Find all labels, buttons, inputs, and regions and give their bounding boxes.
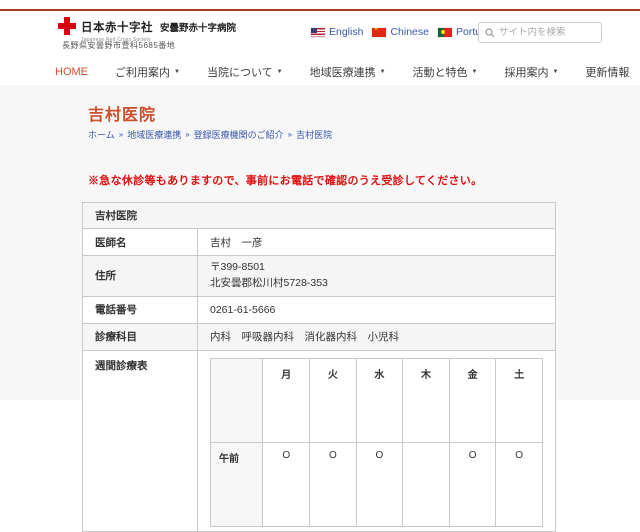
nav-updates[interactable]: 更新情報 [585,64,629,80]
clinic-name: 吉村医院 [83,203,556,229]
nav-guide[interactable]: ご利用案内 ▼ [115,64,180,80]
clinic-info-table: 吉村医院 医師名 吉村 一彦 住所 〒399-8501 北安曇郡松川村5728-… [82,202,556,532]
schedule-am-row: 午前 O O O O O [211,442,543,526]
doctor-label: 医師名 [83,229,198,256]
day-wed: 水 [356,358,403,442]
doctor-value: 吉村 一彦 [198,229,556,256]
china-flag-icon [372,28,386,37]
hospital-name: 安曇野赤十字病院 [160,23,236,34]
us-flag-icon [311,28,325,37]
nav-regional-care-label: 地域医療連携 [310,64,376,80]
schedule-header-row: 月 火 水 木 金 土 [211,358,543,442]
day-thu: 木 [403,358,450,442]
nav-regional-care[interactable]: 地域医療連携 ▼ [310,64,386,80]
chevron-down-icon: ▼ [552,69,558,75]
weekly-schedule-table: 月 火 水 木 金 土 午前 O O O O O [210,358,543,527]
departments-label: 診療科目 [83,323,198,350]
table-row: 医師名 吉村 一彦 [83,229,556,256]
am-mon: O [263,442,310,526]
phone-label: 電話番号 [83,296,198,323]
site-search [478,22,602,43]
table-row: 吉村医院 [83,203,556,229]
street-address: 北安曇郡松川村5728-353 [210,276,543,292]
address-value: 〒399-8501 北安曇郡松川村5728-353 [198,256,556,297]
portugal-flag-icon [438,28,452,37]
am-wed: O [356,442,403,526]
nav-home-label: HOME [55,66,88,78]
am-tue: O [310,442,357,526]
main-navigation: HOME ご利用案内 ▼ 当院について ▼ 地域医療連携 ▼ 活動と特色 ▼ 採… [55,60,629,84]
red-cross-logo-icon[interactable] [57,16,77,36]
phone-value: 0261-61-5666 [198,296,556,323]
chevron-down-icon: ▼ [380,69,386,75]
nav-features-label: 活動と特色 [413,64,468,80]
breadcrumb-current-page[interactable]: 吉村医院 [296,128,332,141]
breadcrumb-registered-institutions[interactable]: 登録医療機関のご紹介 [194,128,284,141]
am-label: 午前 [211,442,263,526]
search-icon [485,28,495,38]
day-tue: 火 [310,358,357,442]
am-sat: O [496,442,543,526]
table-row: 週間診療表 月 火 水 木 金 土 午前 O O [83,350,556,531]
nav-features[interactable]: 活動と特色 ▼ [413,64,478,80]
schedule-value: 月 火 水 木 金 土 午前 O O O O O [198,350,556,531]
address-label: 住所 [83,256,198,297]
hospital-address: 長野県安曇野市豊科5685番地 [62,40,175,51]
search-input[interactable] [499,27,595,38]
breadcrumb: ホーム » 地域医療連携 » 登録医療機関のご紹介 » 吉村医院 [88,128,332,141]
closure-warning-text: ※急な休診等もありますので、事前にお電話で確認のうえ受診してください。 [88,172,482,188]
main-content: 吉村医院 ホーム » 地域医療連携 » 登録医療機関のご紹介 » 吉村医院 ※急… [0,85,640,400]
postal-code: 〒399-8501 [210,260,543,276]
breadcrumb-separator: » [185,130,189,139]
nav-recruit-label: 採用案内 [504,64,548,80]
nav-home[interactable]: HOME [55,66,88,78]
table-row: 住所 〒399-8501 北安曇郡松川村5728-353 [83,256,556,297]
top-accent-line [0,9,640,11]
schedule-corner-cell [211,358,263,442]
page-title: 吉村医院 [88,101,156,125]
lang-chinese-link[interactable]: Chinese [372,26,429,38]
lang-english-link[interactable]: English [311,26,363,38]
chevron-down-icon: ▼ [277,69,283,75]
breadcrumb-home[interactable]: ホーム [88,128,115,141]
day-fri: 金 [449,358,496,442]
breadcrumb-regional-care[interactable]: 地域医療連携 [127,128,181,141]
schedule-label: 週間診療表 [83,350,198,531]
chevron-down-icon: ▼ [174,69,180,75]
nav-about[interactable]: 当院について ▼ [207,64,283,80]
nav-recruit[interactable]: 採用案内 ▼ [504,64,558,80]
org-name: 日本赤十字社 [81,22,153,34]
nav-guide-label: ご利用案内 [115,64,170,80]
breadcrumb-separator: » [119,130,123,139]
lang-chinese-label: Chinese [390,26,429,38]
am-fri: O [449,442,496,526]
breadcrumb-separator: » [288,130,292,139]
nav-updates-label: 更新情報 [585,64,629,80]
table-row: 電話番号 0261-61-5666 [83,296,556,323]
departments-value: 内科 呼吸器内科 消化器内科 小児科 [198,323,556,350]
day-mon: 月 [263,358,310,442]
am-thu [403,442,450,526]
nav-about-label: 当院について [207,64,273,80]
chevron-down-icon: ▼ [472,69,478,75]
lang-english-label: English [329,26,363,38]
day-sat: 土 [496,358,543,442]
table-row: 診療科目 内科 呼吸器内科 消化器内科 小児科 [83,323,556,350]
